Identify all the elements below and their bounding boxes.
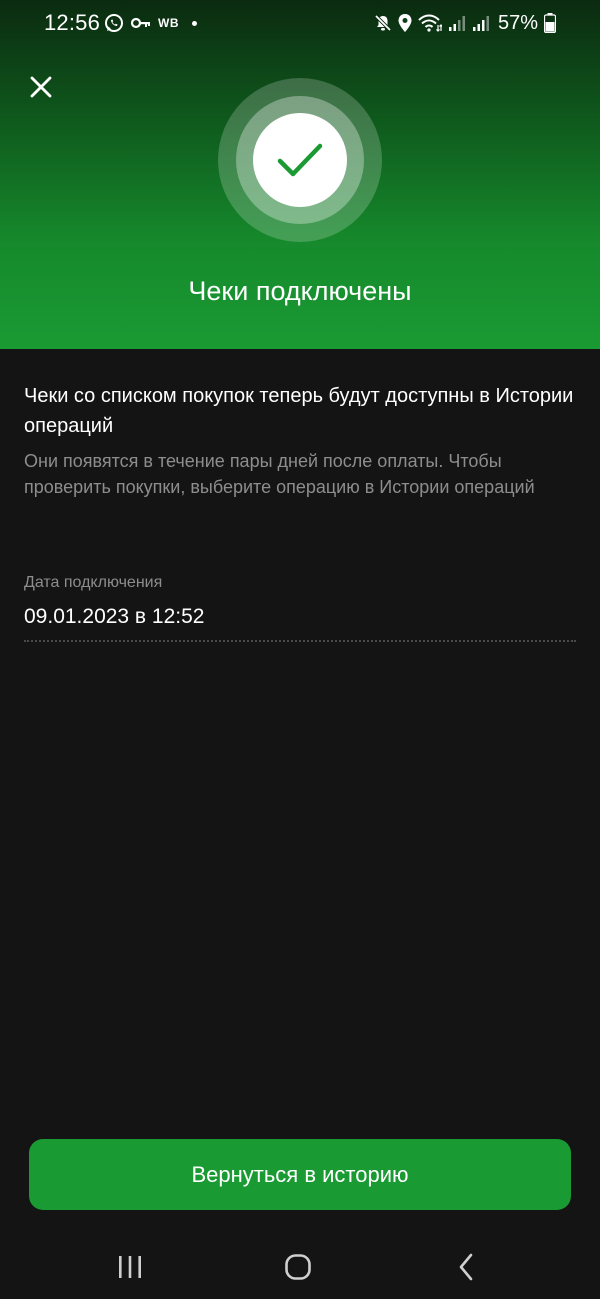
date-value: 09.01.2023 в 12:52 (24, 605, 205, 628)
success-header: 12:56 WB 57% Чеки подключены (0, 0, 600, 349)
battery-percent: 57% (497, 11, 538, 34)
date-label: Дата подключения (24, 574, 163, 591)
screen: 12:56 WB 57% Чеки подключены Чеки со спи… (0, 0, 600, 1299)
system-nav-bar (0, 1236, 600, 1299)
info-block: Чеки со списком покупок теперь будут дос… (24, 381, 576, 500)
carrier-badge: WB (158, 16, 179, 30)
notification-dot-icon (192, 20, 197, 26)
success-badge (218, 78, 382, 242)
status-right-icons: 57% (368, 11, 556, 35)
secondary-message: Они появятся в течение пары дней после о… (24, 451, 535, 497)
success-badge-ring (236, 96, 364, 224)
home-button[interactable] (278, 1250, 318, 1284)
success-badge-circle (253, 113, 347, 207)
back-button[interactable] (446, 1250, 486, 1284)
status-left-icons: WB (104, 12, 197, 34)
page-title: Чеки подключены (188, 276, 412, 306)
return-to-history-button[interactable]: Вернуться в историю (29, 1139, 571, 1210)
checkmark-icon (277, 143, 323, 177)
home-icon (285, 1254, 311, 1280)
recent-apps-button[interactable] (110, 1250, 150, 1284)
key-icon (131, 17, 151, 29)
wifi-icon (418, 14, 442, 32)
close-button[interactable] (20, 66, 62, 108)
signal-icon-2 (472, 14, 490, 32)
status-bar: 12:56 WB 57% (0, 0, 600, 46)
mute-icon (374, 14, 392, 32)
main-message: Чеки со списком покупок теперь будут дос… (24, 385, 574, 437)
whatsapp-icon (104, 13, 124, 33)
status-time: 12:56 (44, 10, 101, 35)
recent-apps-icon (119, 1256, 141, 1278)
location-icon (398, 14, 412, 32)
close-icon (30, 76, 52, 98)
battery-icon (544, 13, 556, 33)
signal-icon-1 (448, 14, 466, 32)
field-divider (24, 640, 576, 642)
back-icon (459, 1253, 473, 1281)
